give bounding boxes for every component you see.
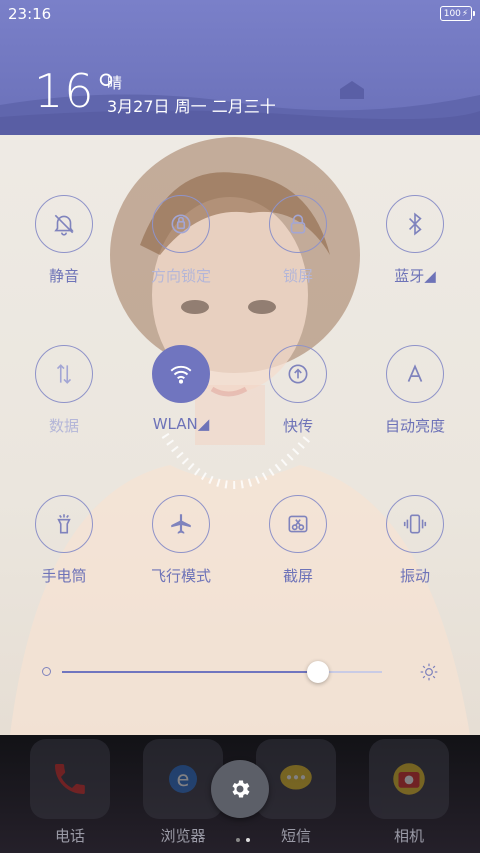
brightness-slider[interactable] [0,660,480,690]
bell-off-icon [35,195,93,253]
page-dot [236,838,240,842]
wifi-icon [152,345,210,403]
battery-icon: 100 ⚡ [440,6,475,21]
data-arrows-icon [35,345,93,403]
toggle-bluetooth[interactable]: 蓝牙◢ [357,195,473,286]
status-bar: 23:16 100 ⚡ [0,0,480,28]
phone-icon [30,739,110,819]
toggle-airplane[interactable]: 飞行模式 [123,495,239,586]
brightness-high-icon [420,663,438,681]
notification-header: 23:16 100 ⚡ 16° 晴 3月27日 周一 二月三十 [0,0,480,135]
date-text: 3月27日 周一 二月三十 [107,97,276,116]
toggle-flashlight[interactable]: 手电筒 [6,495,122,586]
camera-icon [369,739,449,819]
quick-settings-panel: 静音 方向锁定 锁屏 蓝牙◢ 数据 WLAN◢ 快传 自动亮度 手电筒 飞行模式… [0,135,480,735]
temperature[interactable]: 16° [34,64,119,118]
toggle-vibrate[interactable]: 振动 [357,495,473,586]
brightness-thumb[interactable] [307,661,329,683]
browser-icon: e [143,739,223,819]
toggle-screenshot[interactable]: 截屏 [240,495,356,586]
toggle-lock-screen[interactable]: 锁屏 [240,195,356,286]
page-indicator [233,827,253,846]
page-dot-active [246,838,250,842]
airplane-icon [152,495,210,553]
gear-icon [232,780,250,798]
settings-button[interactable] [211,760,269,818]
auto-brightness-icon [386,345,444,403]
svg-text:e: e [177,767,190,791]
upload-icon [269,345,327,403]
dock-app-camera[interactable]: 相机 [364,739,454,846]
screenshot-icon [269,495,327,553]
status-time: 23:16 [8,5,52,23]
dock-app-phone[interactable]: 电话 [25,739,115,846]
brightness-fill [62,671,318,673]
vibrate-icon [386,495,444,553]
toggle-auto-brightness[interactable]: 自动亮度 [357,345,473,436]
toggle-wlan[interactable]: WLAN◢ [123,345,239,433]
brightness-track[interactable] [62,661,382,683]
toggle-quick-share[interactable]: 快传 [240,345,356,436]
brightness-low-icon [42,667,51,676]
flashlight-icon [35,495,93,553]
battery-level: 100 [443,8,461,19]
message-icon [256,739,336,819]
lock-icon [269,195,327,253]
toggle-mobile-data[interactable]: 数据 [6,345,122,436]
toggle-mute[interactable]: 静音 [6,195,122,286]
bluetooth-icon [386,195,444,253]
toggle-rotation-lock[interactable]: 方向锁定 [123,195,239,286]
rotation-lock-icon [152,195,210,253]
app-dock: 电话 e 浏览器 短信 相机 [0,735,480,853]
weather-condition: 晴 [107,74,123,92]
